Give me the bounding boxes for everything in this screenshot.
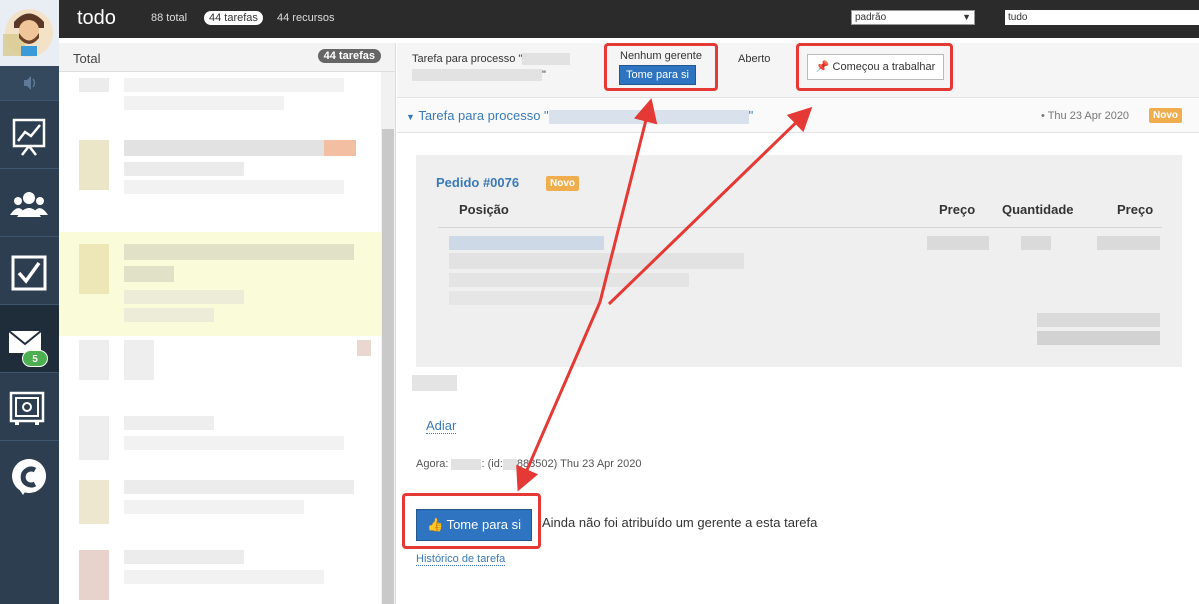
- task-line-title-suffix: ": [748, 108, 754, 123]
- col-price-total: Preço: [1117, 202, 1154, 217]
- task-line[interactable]: ▼ Tarefa para processo " " • Thu 23 Apr 2…: [397, 99, 1199, 133]
- now-suffix: 888502) Thu 23 Apr 2020: [516, 458, 642, 470]
- safe-icon[interactable]: [0, 372, 59, 440]
- list-item[interactable]: [59, 406, 381, 476]
- logo-c-icon[interactable]: [0, 440, 59, 514]
- filter-select-value: padrão: [855, 12, 887, 23]
- highlight-box-take-bottom: [402, 493, 541, 549]
- scrollbar-thumb[interactable]: [382, 129, 394, 604]
- status-badge: Novo: [1149, 108, 1182, 123]
- postpone-link[interactable]: Adiar: [426, 418, 457, 434]
- chart-icon[interactable]: [0, 100, 59, 168]
- task-history-link[interactable]: Histórico de tarefa: [416, 553, 506, 566]
- list-item-selected[interactable]: [59, 232, 381, 336]
- triangle-down-icon: ▼: [406, 112, 415, 122]
- stat-total[interactable]: 88 total: [151, 12, 187, 24]
- chevron-down-icon: ▼: [962, 12, 971, 22]
- list-item[interactable]: [59, 476, 381, 546]
- list-scrollbar[interactable]: [381, 72, 395, 604]
- search-input[interactable]: [1005, 10, 1199, 25]
- stat-tasks[interactable]: 44 tarefas: [204, 11, 263, 25]
- highlight-box-take: [604, 43, 718, 91]
- list-title: Total: [73, 51, 101, 66]
- list-item[interactable]: [59, 546, 381, 604]
- filter-select[interactable]: padrão ▼: [851, 10, 975, 25]
- mail-badge: 5: [22, 350, 48, 367]
- col-price: Preço: [939, 202, 976, 217]
- not-assigned-message: Ainda não foi atribuído um gerente a est…: [542, 515, 818, 530]
- list-item[interactable]: [59, 132, 381, 232]
- stat-resources[interactable]: 44 recursos: [277, 12, 334, 24]
- task-header-title-prefix: Tarefa para processo ": [412, 53, 523, 65]
- mail-icon[interactable]: 5: [0, 304, 59, 372]
- list-item[interactable]: [59, 336, 381, 406]
- checkbox-icon[interactable]: [0, 236, 59, 304]
- task-line-title-prefix: Tarefa para processo ": [418, 108, 549, 123]
- left-nav-rail: 5: [0, 0, 59, 604]
- top-bar: todo 88 total 44 tarefas 44 recursos pad…: [59, 0, 1199, 38]
- task-header-title-suffix: ": [542, 69, 546, 81]
- highlight-box-start: [796, 43, 953, 91]
- list-header: Total 44 tarefas: [59, 43, 395, 72]
- volume-icon[interactable]: [0, 66, 59, 100]
- task-header-title: Tarefa para processo " ": [412, 51, 592, 83]
- avatar[interactable]: [0, 0, 59, 66]
- col-position: Posição: [459, 202, 509, 217]
- status-label: Aberto: [738, 53, 771, 65]
- task-date: • Thu 23 Apr 2020: [1041, 110, 1130, 122]
- list-item[interactable]: [59, 72, 381, 132]
- task-line-title[interactable]: ▼ Tarefa para processo " ": [406, 108, 753, 124]
- now-text: : (id:: [481, 458, 503, 470]
- current-status-line: Agora: : (id: 888502) Thu 23 Apr 2020: [416, 458, 641, 470]
- list-count-badge: 44 tarefas: [317, 49, 381, 63]
- order-id[interactable]: Pedido #0076: [436, 175, 519, 190]
- task-list-panel: Total 44 tarefas: [59, 43, 396, 604]
- order-status-badge: Novo: [546, 176, 579, 191]
- col-quantity: Quantidade: [1002, 202, 1074, 217]
- order-card: Pedido #0076 Novo Posição Preço Quantida…: [416, 155, 1182, 367]
- app-title[interactable]: todo: [77, 7, 116, 30]
- users-icon[interactable]: [0, 168, 59, 236]
- now-prefix: Agora:: [416, 458, 449, 470]
